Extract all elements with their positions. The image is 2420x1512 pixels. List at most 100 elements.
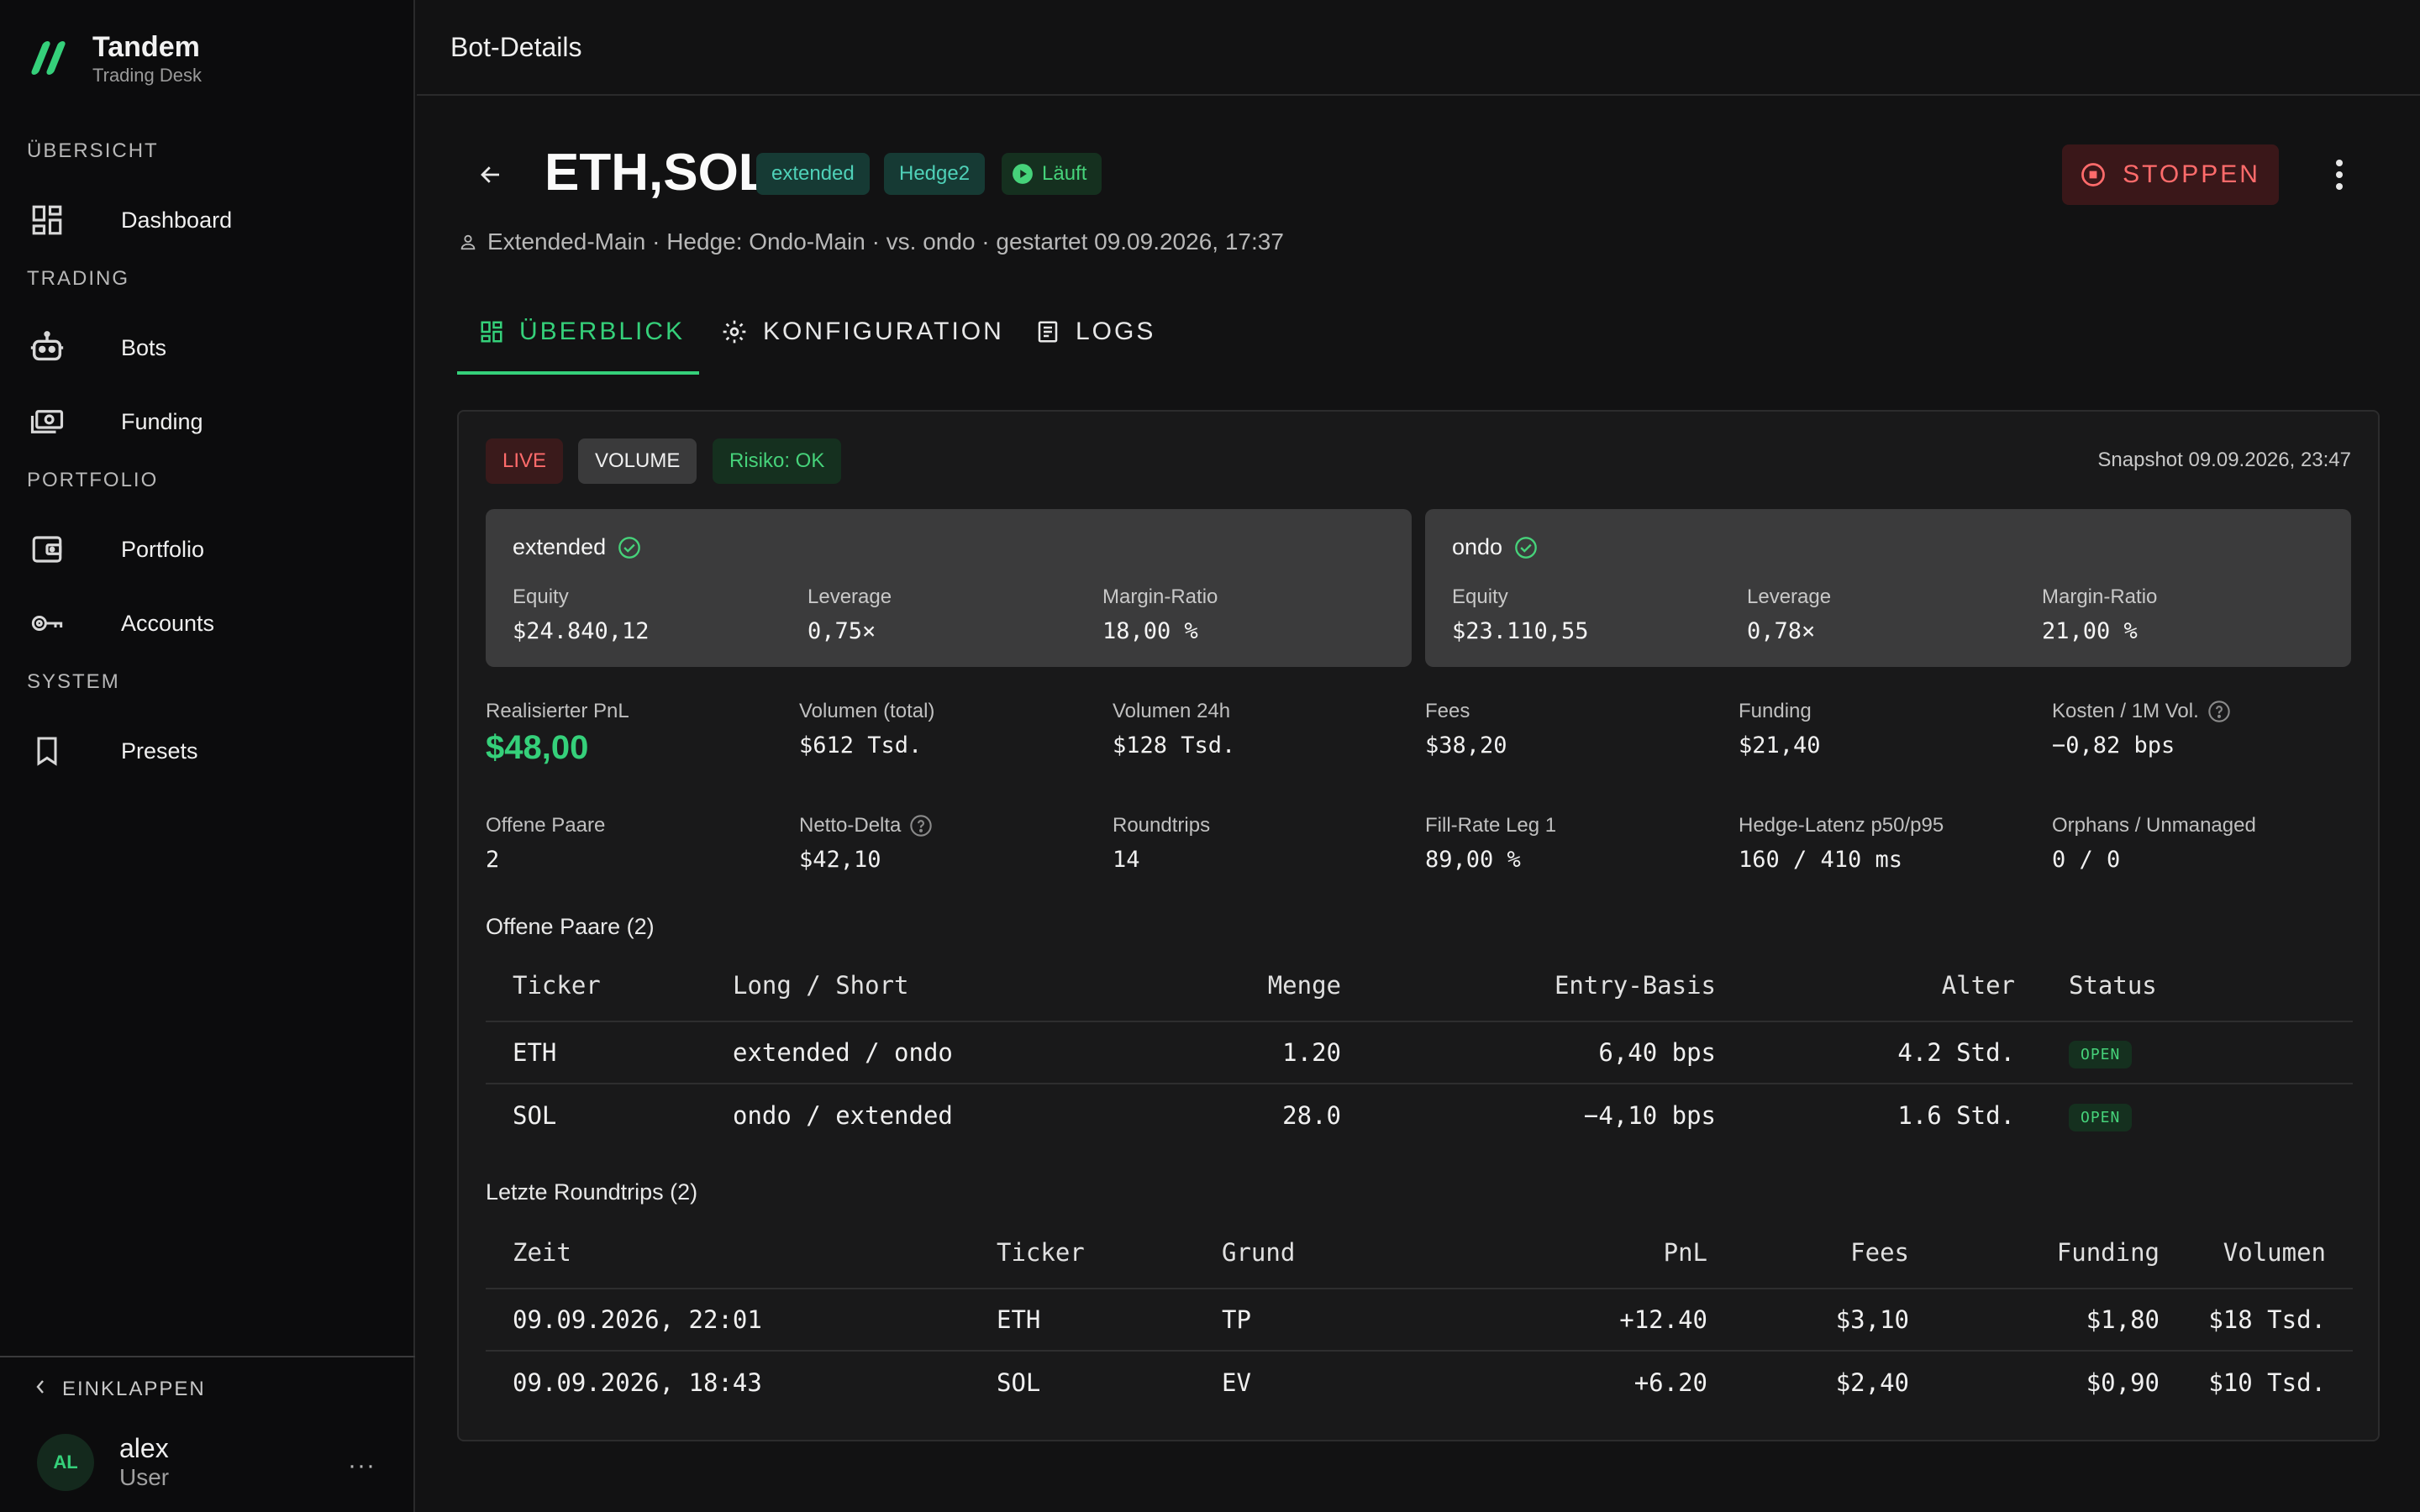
venue-card-ondo: ondo Equity $23.110,55 Leverage 0,78× Marg… [1425,509,2351,667]
roundtrips-title: Letzte Roundtrips (2) [486,1179,698,1205]
user-name: alex [119,1433,169,1463]
chip-hedge: Hedge2 [884,153,986,195]
overview-card: LIVE VOLUME Risiko: OK Snapshot 09.09.20… [457,410,2380,1441]
bot-subline-text: Extended-Main · Hedge: Ondo-Main · vs. o… [487,228,1284,255]
stop-button[interactable]: STOPPEN [2062,144,2279,205]
column-header[interactable]: Ticker [997,1216,1222,1289]
live-badge: LIVE [486,438,564,484]
topbar: Bot-Details [417,0,2420,96]
collapse-button[interactable]: EINKLAPPEN [34,1378,206,1401]
avatar: AL [37,1434,94,1491]
brand[interactable]: Tandem Trading Desk [29,25,203,92]
metric-net-delta: Netto-Delta $42,10 [799,813,933,873]
metric-open-pairs: Offene Paare 2 [486,814,606,873]
cell-status: OPEN [2015,1084,2353,1146]
table-row[interactable]: SOL ondo / extended 28.0 −4,10 bps 1.6 S… [486,1084,2353,1146]
document-icon [1038,321,1058,343]
user-profile[interactable]: AL alex User [37,1433,169,1492]
tab-label: LOGS [1076,318,1156,345]
sidebar-item-label: Presets [121,738,198,764]
venue-name-text: ondo [1452,534,1503,559]
cell-pnl: +12.40 [1405,1289,1707,1352]
column-header[interactable]: Ticker [486,949,733,1022]
person-icon [460,234,476,250]
column-header[interactable]: Alter [1716,949,2015,1022]
tab-overview[interactable]: ÜBERBLICK [479,318,685,346]
column-header[interactable]: Long / Short [733,949,1086,1022]
sidebar-item-label: Bots [121,334,167,360]
metric-volume-24h: Volumen 24h $128 Tsd. [1113,700,1236,759]
column-header[interactable]: Funding [1909,1216,2160,1289]
tab-label: KONFIGURATION [763,318,1004,345]
stop-label: STOPPEN [2123,160,2260,188]
cell-age: 4.2 Std. [1716,1021,2015,1084]
cell-time: 09.09.2026, 18:43 [513,1368,762,1397]
money-icon [27,402,67,442]
sidebar-item-presets[interactable]: Presets [27,721,388,781]
column-header[interactable]: Grund [1222,1216,1405,1289]
column-header[interactable]: Status [2015,949,2353,1022]
help-icon[interactable] [2207,700,2231,723]
cell-entry-basis: −4,10 bps [1583,1100,1716,1130]
arrow-left-icon [481,166,499,183]
margin-metric: Margin-Ratio 21,00 % [2042,585,2158,644]
leverage-metric: Leverage 0,78× [1747,585,1832,644]
status-badge: OPEN [2069,1041,2133,1068]
sidebar-item-label: Dashboard [121,207,233,233]
bot-subline: Extended-Main · Hedge: Ondo-Main · vs. o… [459,228,1284,255]
cell-ticker: ETH [997,1289,1222,1352]
brand-title: Tandem [92,31,200,63]
table-row[interactable]: 09.09.2026, 18:43 SOL EV +6.20 $2,40 $0,… [486,1351,2353,1413]
table-header-row: Zeit Ticker Grund PnL Fees Funding Volum… [486,1216,2353,1289]
cell-quantity: 28.0 [1282,1100,1341,1130]
table-row[interactable]: ETH extended / ondo 1.20 6,40 bps 4.2 St… [486,1021,2353,1084]
tab-configuration[interactable]: KONFIGURATION [721,318,1004,346]
metric-roundtrips: Roundtrips 14 [1113,814,1211,873]
nav-section-trading: TRADING [27,267,129,290]
table-row[interactable]: 09.09.2026, 22:01 ETH TP +12.40 $3,10 $1… [486,1289,2353,1352]
sidebar-item-dashboard[interactable]: Dashboard [27,190,388,250]
more-options-icon[interactable] [2323,156,2356,193]
open-pairs-table: Ticker Long / Short Menge Entry-Basis Al… [486,949,2353,1146]
venue-name: extended [513,534,641,560]
cell-ticker: SOL [997,1368,1041,1397]
equity-metric: Equity $24.840,12 [513,585,650,644]
sidebar-item-funding[interactable]: Funding [27,391,388,452]
play-circle-icon [1013,164,1033,184]
cell-quantity: 1.20 [1086,1021,1341,1084]
metric-cost-per-volume: Kosten / 1M Vol. −0,82 bps [2052,699,2231,759]
column-header[interactable]: Volumen [2160,1216,2353,1289]
cell-reason: TP [1222,1289,1405,1352]
back-button[interactable] [472,156,509,193]
key-icon [27,603,67,643]
metric-volume-total: Volumen (total) $612 Tsd. [799,700,935,759]
cell-volume: $18 Tsd. [2160,1289,2353,1352]
venue-name: ondo [1452,534,1538,560]
status-badge: OPEN [2069,1103,2133,1131]
dashboard-icon [27,200,67,240]
sidebar-item-accounts[interactable]: Accounts [27,593,388,654]
brand-subtitle: Trading Desk [92,65,203,86]
cell-ticker: SOL [513,1100,557,1130]
column-header[interactable]: PnL [1405,1216,1707,1289]
column-header[interactable]: Entry-Basis [1341,949,1716,1022]
cell-fees: $3,10 [1707,1289,1909,1352]
user-role: User [119,1464,170,1490]
user-more-icon[interactable]: ··· [348,1452,376,1480]
sidebar-item-portfolio[interactable]: Portfolio [27,519,388,580]
cell-long-short: ondo / extended [733,1100,953,1130]
open-pairs-title: Offene Paare (2) [486,914,655,939]
cell-ticker: ETH [486,1021,733,1084]
sidebar-item-bots[interactable]: Bots [27,318,388,378]
active-tab-indicator [457,371,699,375]
column-header[interactable]: Fees [1707,1216,1909,1289]
column-header[interactable]: Menge [1086,949,1341,1022]
cell-volume: $10 Tsd. [2208,1368,2326,1397]
metric-orphans: Orphans / Unmanaged 0 / 0 [2052,814,2256,873]
help-icon[interactable] [909,814,933,837]
stop-circle-icon [2081,163,2105,186]
tab-logs[interactable]: LOGS [1035,318,1155,346]
chevron-left-icon [34,1378,47,1401]
column-header[interactable]: Zeit [486,1216,997,1289]
cell-funding: $1,80 [1909,1289,2160,1352]
